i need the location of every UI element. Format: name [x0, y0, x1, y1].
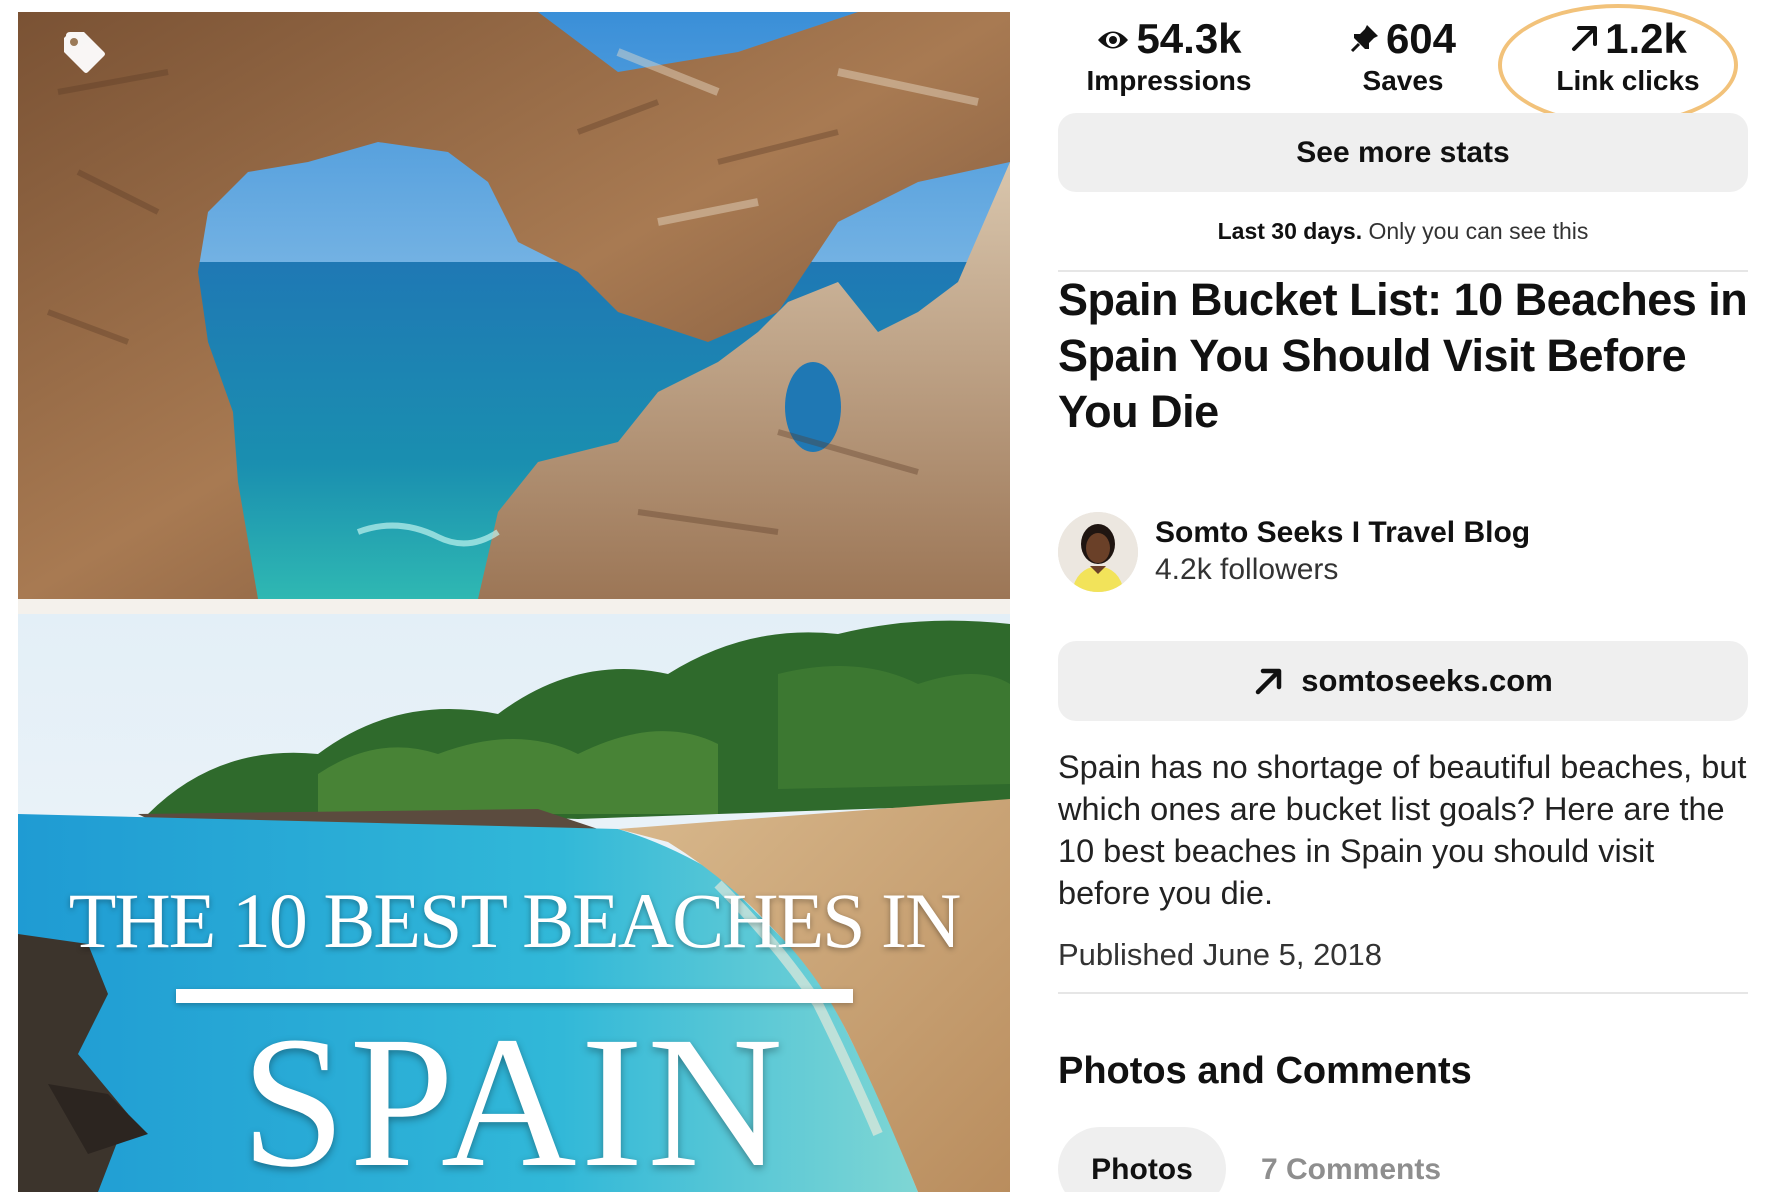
image-overlay-headline: THE 10 BEST BEACHES IN — [68, 877, 962, 964]
stat-saves: 604 Saves — [1323, 14, 1483, 98]
visit-link-button[interactable]: somtoseeks.com — [1058, 641, 1748, 721]
pin-title: Spain Bucket List: 10 Beaches in Spain Y… — [1058, 274, 1748, 437]
privacy-note: Last 30 days. Only you can see this — [1058, 218, 1748, 245]
saves-value: 604 — [1385, 15, 1457, 62]
pin-details-panel: 54.3k Impressions 604 Saves 1.2k Link cl… — [1058, 0, 1750, 1192]
saves-label: Saves — [1362, 65, 1444, 96]
creator-followers: 4.2k followers — [1155, 553, 1339, 586]
link-clicks-highlight-ring — [1498, 4, 1738, 126]
rock-arch-photo — [18, 12, 1010, 599]
published-date: Published June 5, 2018 — [1058, 937, 1383, 972]
privacy-period: Last 30 days. — [1217, 218, 1363, 244]
impressions-label: Impressions — [1086, 65, 1252, 96]
see-more-stats-button[interactable]: See more stats — [1058, 113, 1748, 192]
avatar[interactable] — [1058, 512, 1138, 592]
creator-card[interactable]: Somto Seeks I Travel Blog 4.2k followers — [1058, 512, 1748, 596]
tab-comments[interactable]: 7 Comments — [1261, 1153, 1441, 1187]
image-overlay-title: SPAIN — [241, 997, 787, 1192]
creator-name[interactable]: Somto Seeks I Travel Blog — [1155, 516, 1530, 550]
link-label: somtoseeks.com — [1301, 663, 1553, 698]
privacy-text: Only you can see this — [1368, 218, 1589, 244]
tab-photos[interactable]: Photos — [1058, 1127, 1226, 1192]
pin-description: Spain has no shortage of beautiful beach… — [1058, 749, 1747, 911]
impressions-value: 54.3k — [1136, 15, 1242, 62]
tag-icon[interactable] — [60, 28, 108, 76]
pushpin-icon — [1350, 14, 1380, 64]
arrow-up-right-icon — [1255, 668, 1282, 695]
photos-comments-heading: Photos and Comments — [1058, 1050, 1472, 1092]
stat-impressions: 54.3k Impressions — [1064, 14, 1274, 98]
divider — [1058, 992, 1748, 994]
image-divider — [18, 599, 1010, 614]
eye-icon — [1096, 14, 1130, 64]
pin-image[interactable]: THE 10 BEST BEACHES IN SPAIN — [18, 12, 1010, 1192]
